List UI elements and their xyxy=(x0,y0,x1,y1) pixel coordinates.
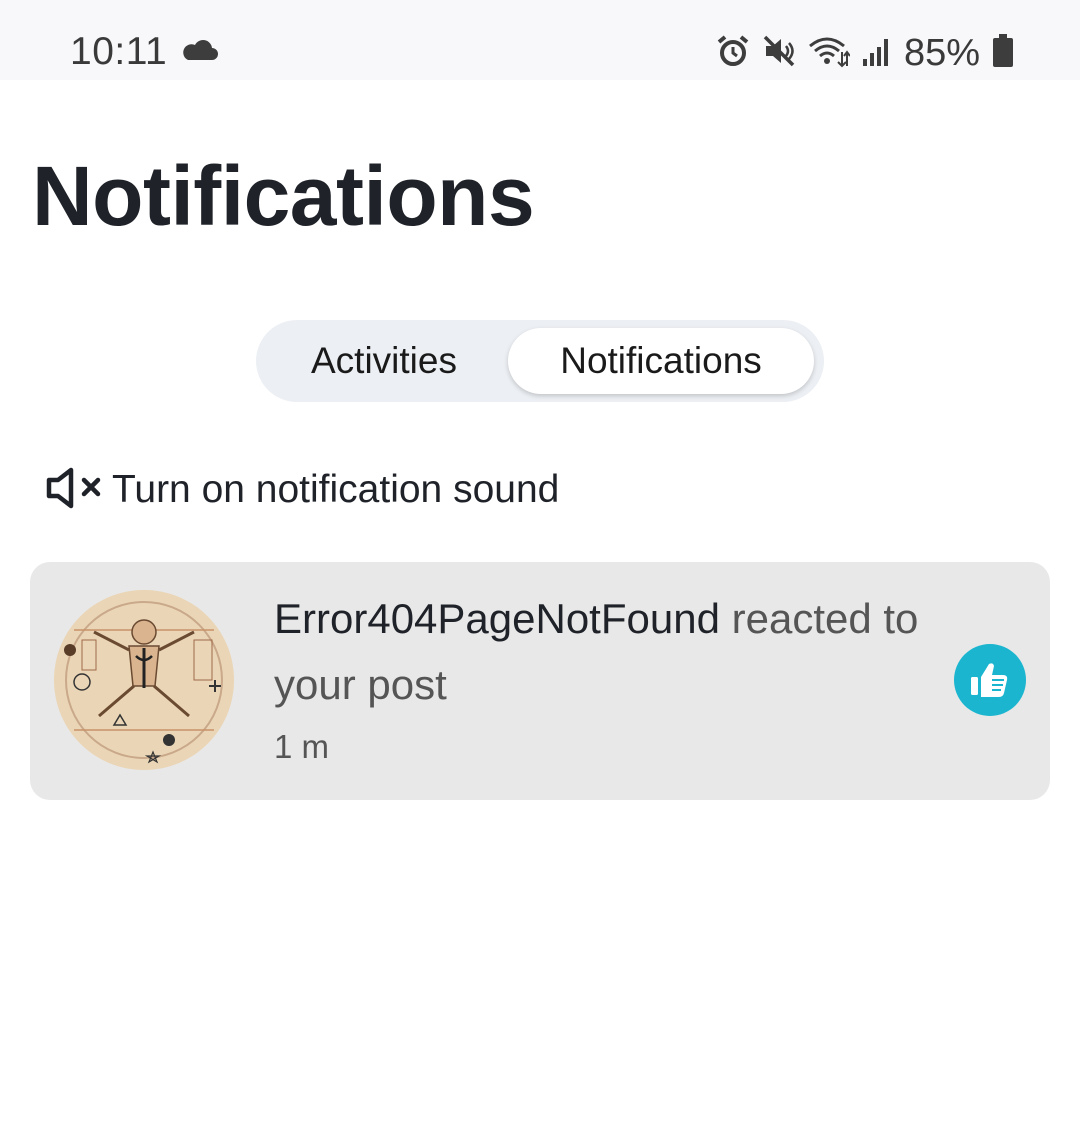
notification-sound-label: Turn on notification sound xyxy=(112,468,560,511)
battery-percentage: 85% xyxy=(903,31,980,74)
notification-sound-toggle[interactable]: Turn on notification sound xyxy=(44,462,559,518)
status-bar: 10:11 85% xyxy=(0,0,1080,80)
notification-username[interactable]: Error404PageNotFound xyxy=(274,595,720,642)
status-icons: 85% xyxy=(716,30,1014,76)
tab-switcher: Activities Notifications xyxy=(256,320,824,402)
page-title: Notifications xyxy=(32,149,535,243)
mute-icon xyxy=(762,34,796,73)
tab-activities[interactable]: Activities xyxy=(284,328,484,394)
status-time: 10:11 xyxy=(70,30,168,73)
avatar[interactable] xyxy=(54,590,234,770)
battery-icon xyxy=(992,33,1014,73)
thumbs-up-icon xyxy=(954,644,1026,716)
speaker-muted-icon xyxy=(44,466,106,515)
notification-item[interactable]: Error404PageNotFound reacted to your pos… xyxy=(30,562,1050,800)
notification-timestamp: 1 m xyxy=(274,728,330,765)
alarm-icon xyxy=(716,34,750,73)
tab-notifications[interactable]: Notifications xyxy=(508,328,814,394)
cloud-icon xyxy=(180,38,218,67)
signal-icon xyxy=(862,35,892,72)
notification-text: Error404PageNotFound reacted to your pos… xyxy=(274,586,934,718)
wifi-icon xyxy=(808,34,851,73)
